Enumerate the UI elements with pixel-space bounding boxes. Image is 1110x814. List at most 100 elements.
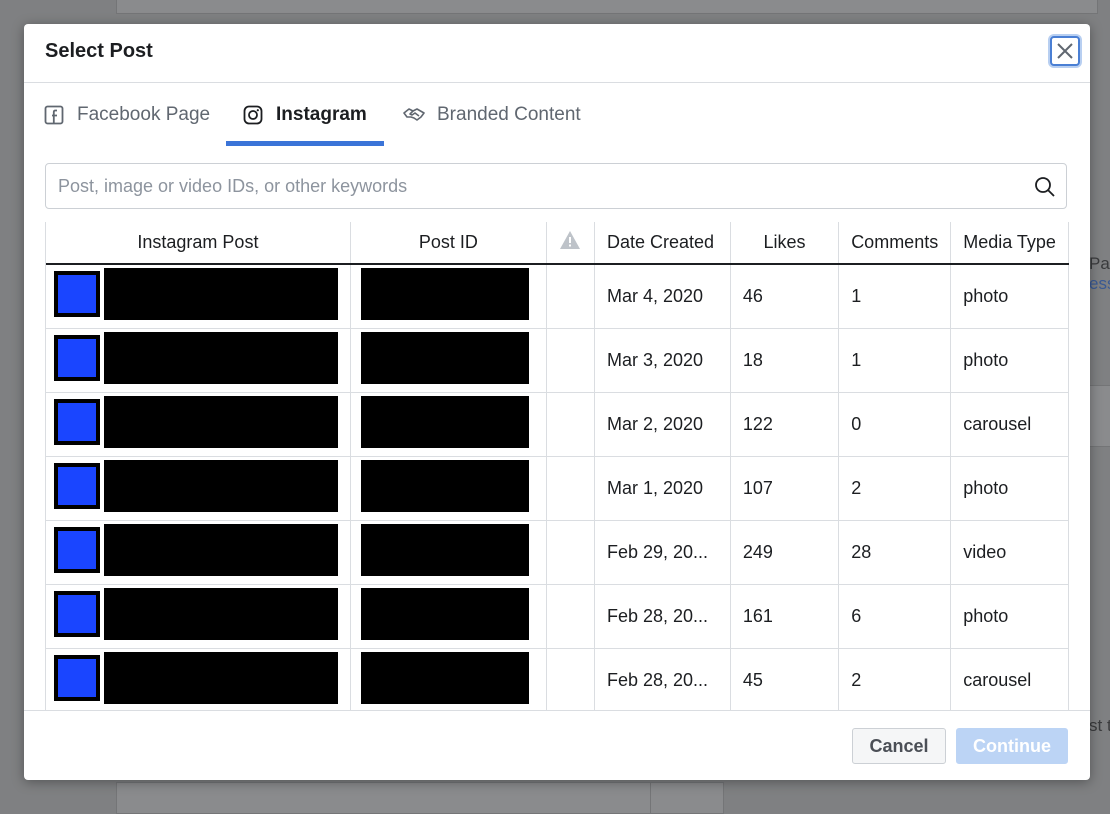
warning-cell — [546, 456, 595, 521]
post-id-cell — [350, 520, 547, 585]
instagram-post-cell — [46, 328, 351, 393]
redacted-post-id — [360, 331, 529, 384]
post-thumbnail — [54, 462, 100, 509]
likes-cell: 161 — [730, 584, 840, 649]
redacted-caption — [104, 268, 338, 320]
instagram-post-cell — [46, 520, 351, 585]
redacted-post-id — [360, 651, 529, 704]
media-type-cell: carousel — [950, 648, 1069, 710]
tab-branded-content[interactable]: Branded Content — [403, 83, 581, 146]
redacted-post-id — [360, 268, 529, 320]
search-icon[interactable] — [1034, 176, 1056, 203]
post-id-cell — [350, 456, 547, 521]
date-created-cell: Mar 2, 2020 — [594, 392, 731, 457]
date-created-cell: Feb 28, 20... — [594, 648, 731, 710]
column-header-instagram-post[interactable]: Instagram Post — [46, 222, 351, 265]
media-type-cell: carousel — [950, 392, 1069, 457]
background-link-text: ess — [1089, 274, 1110, 293]
close-icon — [1057, 43, 1073, 59]
background-bottom-card-right — [650, 782, 724, 814]
redacted-caption — [104, 651, 338, 704]
post-search-box — [45, 163, 1067, 209]
redacted-caption — [104, 523, 338, 576]
date-created-cell: Mar 1, 2020 — [594, 456, 731, 521]
column-header-comments[interactable]: Comments — [838, 222, 952, 265]
tab-facebook-page[interactable]: Facebook Page — [43, 83, 210, 146]
post-thumbnail — [54, 334, 100, 381]
dialog-title: Select Post — [45, 40, 153, 62]
redacted-post-id — [360, 395, 529, 448]
column-header-post-id[interactable]: Post ID — [350, 222, 547, 265]
table-row[interactable]: Mar 2, 2020 122 0 carousel — [46, 392, 1069, 457]
column-header-date-created[interactable]: Date Created — [594, 222, 731, 265]
select-post-dialog: Select Post Facebook Page Instagram Bran… — [24, 24, 1090, 780]
background-page-text: Pag — [1089, 254, 1110, 273]
table-row[interactable]: Mar 3, 2020 18 1 photo — [46, 328, 1069, 393]
date-created-cell: Mar 3, 2020 — [594, 328, 731, 393]
redacted-post-id — [360, 459, 529, 512]
table-header-row: Instagram Post Post ID Date Created Like… — [46, 222, 1069, 265]
post-source-tabs: Facebook Page Instagram Branded Content — [24, 83, 1090, 146]
likes-cell: 249 — [730, 520, 840, 585]
background-top-card — [116, 0, 1098, 14]
likes-cell: 107 — [730, 456, 840, 521]
dialog-footer: Cancel Continue — [24, 710, 1090, 780]
close-button[interactable] — [1050, 36, 1080, 66]
warning-cell — [546, 264, 595, 329]
search-input[interactable] — [58, 164, 1018, 208]
media-type-cell: photo — [950, 328, 1069, 393]
post-id-cell — [350, 648, 547, 710]
warning-cell — [546, 328, 595, 393]
media-type-cell: video — [950, 520, 1069, 585]
instagram-post-cell — [46, 264, 351, 329]
likes-cell: 46 — [730, 264, 840, 329]
comments-cell: 1 — [838, 264, 952, 329]
redacted-caption — [104, 587, 338, 640]
table-row[interactable]: Feb 29, 20... 249 28 video — [46, 520, 1069, 585]
column-header-warning — [546, 222, 595, 265]
table-row[interactable]: Feb 28, 20... 161 6 photo — [46, 584, 1069, 649]
warning-cell — [546, 520, 595, 585]
posts-table-container: Instagram Post Post ID Date Created Like… — [45, 222, 1069, 710]
handshake-icon — [403, 104, 425, 126]
post-thumbnail — [54, 271, 100, 317]
likes-cell: 18 — [730, 328, 840, 393]
comments-cell: 2 — [838, 456, 952, 521]
background-right-card — [1088, 385, 1110, 447]
comments-cell: 6 — [838, 584, 952, 649]
likes-cell: 122 — [730, 392, 840, 457]
background-bottom-card — [116, 782, 652, 814]
instagram-post-cell — [46, 648, 351, 710]
date-created-cell: Feb 29, 20... — [594, 520, 731, 585]
facebook-icon — [43, 104, 65, 126]
redacted-post-id — [360, 587, 529, 640]
instagram-post-cell — [46, 584, 351, 649]
tab-label: Branded Content — [437, 103, 581, 125]
warning-icon — [560, 231, 581, 249]
tab-label: Instagram — [276, 103, 367, 125]
date-created-cell: Mar 4, 2020 — [594, 264, 731, 329]
post-id-cell — [350, 328, 547, 393]
instagram-post-cell — [46, 392, 351, 457]
warning-cell — [546, 648, 595, 710]
continue-button[interactable]: Continue — [956, 728, 1068, 764]
cancel-button[interactable]: Cancel — [852, 728, 946, 764]
redacted-caption — [104, 395, 338, 448]
column-header-media-type[interactable]: Media Type — [950, 222, 1069, 265]
comments-cell: 0 — [838, 392, 952, 457]
redacted-caption — [104, 331, 338, 384]
table-row[interactable]: Feb 28, 20... 45 2 carousel — [46, 648, 1069, 710]
instagram-icon — [242, 104, 264, 126]
posts-table: Instagram Post Post ID Date Created Like… — [46, 222, 1069, 710]
redacted-caption — [104, 459, 338, 512]
table-row[interactable]: Mar 4, 2020 46 1 photo — [46, 264, 1069, 329]
table-row[interactable]: Mar 1, 2020 107 2 photo — [46, 456, 1069, 521]
media-type-cell: photo — [950, 264, 1069, 329]
column-header-likes[interactable]: Likes — [730, 222, 840, 265]
comments-cell: 2 — [838, 648, 952, 710]
dialog-header: Select Post — [24, 24, 1090, 83]
post-id-cell — [350, 392, 547, 457]
warning-cell — [546, 584, 595, 649]
comments-cell: 28 — [838, 520, 952, 585]
tab-instagram[interactable]: Instagram — [226, 83, 384, 146]
